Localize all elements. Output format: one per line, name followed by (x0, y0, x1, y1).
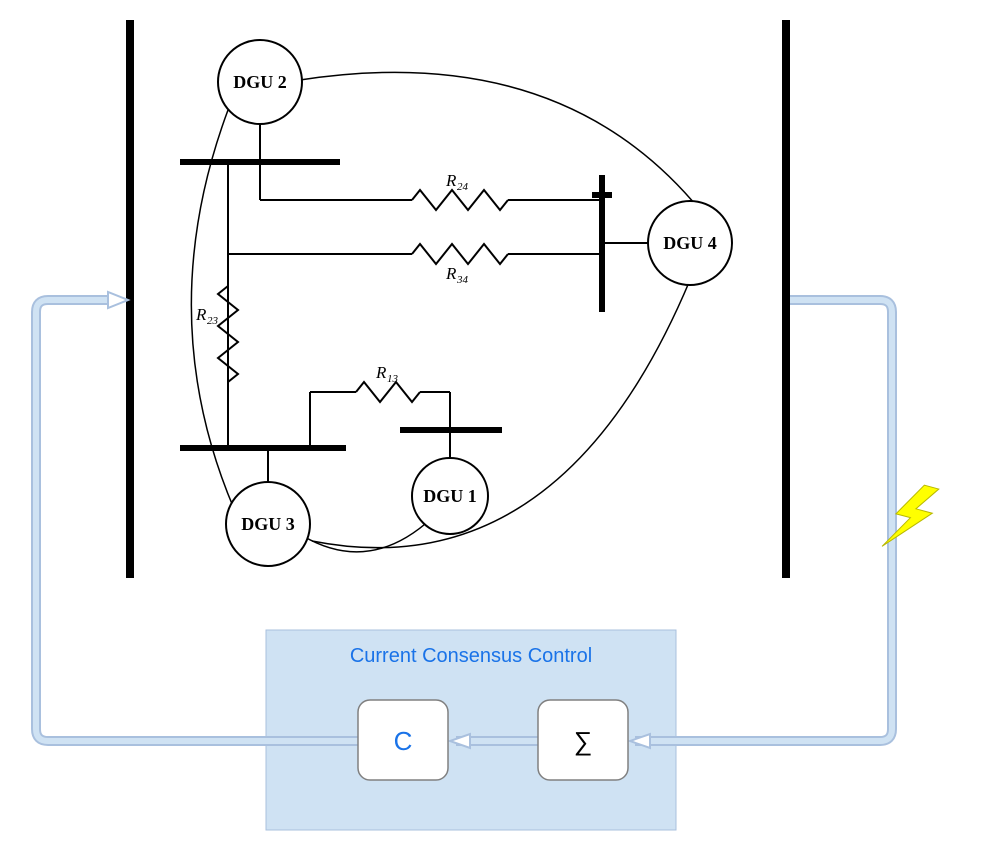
block-sum-label: ∑ (574, 726, 593, 756)
r23-label-sub: 23 (207, 315, 219, 327)
dgu1-label: DGU 1 (423, 486, 477, 506)
r13-label-r: R (375, 363, 387, 382)
r34-label-r: R (445, 264, 457, 283)
r13-label-sub: 13 (387, 373, 399, 385)
dgu2-label: DGU 2 (233, 72, 287, 92)
dgu3-label: DGU 3 (241, 514, 295, 534)
dgu4-label: DGU 4 (663, 233, 717, 253)
r24-label-r: R (445, 171, 457, 190)
control-title: Current Consensus Control (350, 645, 592, 667)
r34-label-sub: 34 (456, 274, 469, 286)
r23-label-r: R (195, 305, 207, 324)
r24-label-sub: 24 (457, 181, 469, 193)
block-c-label: C (394, 726, 413, 756)
diagram-svg: DGU 2 DGU 4 DGU 3 DGU 1 R 24 R 34 R 23 R… (0, 0, 986, 844)
